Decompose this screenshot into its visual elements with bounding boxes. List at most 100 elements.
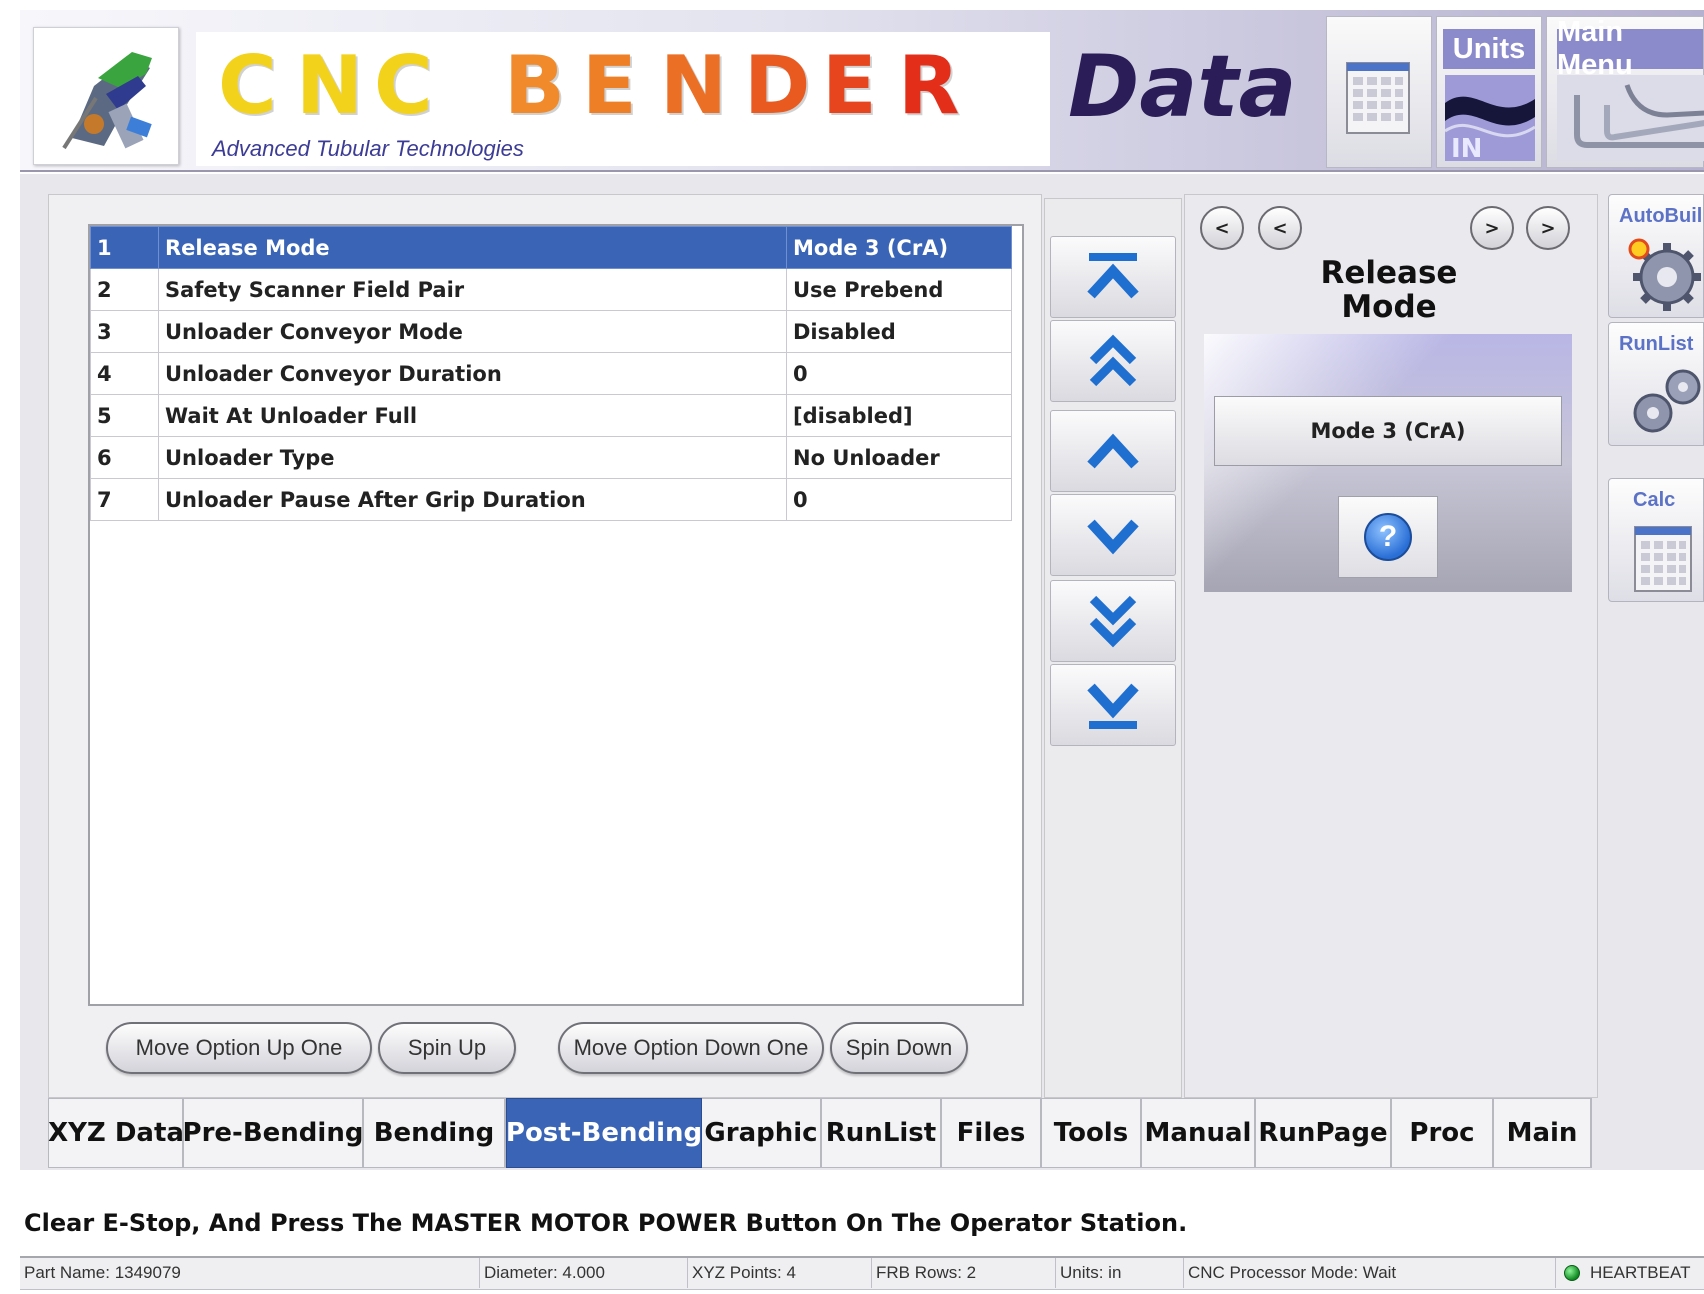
row-number: 3 [90, 310, 159, 353]
table-row[interactable]: 2 Safety Scanner Field Pair Use Prebend [90, 268, 1012, 311]
page-up-icon [1089, 334, 1137, 387]
move-option-up-button[interactable]: Move Option Up One [106, 1022, 372, 1074]
units-label: Units [1443, 29, 1535, 69]
tab-manual[interactable]: Manual [1142, 1098, 1256, 1168]
title-letter: E [822, 39, 877, 132]
calc-label: Calc [1633, 489, 1676, 511]
next-option-button[interactable]: > [1526, 206, 1570, 250]
main-menu-button[interactable]: Main Menu [1546, 16, 1704, 168]
option-name: Unloader Type [158, 436, 787, 479]
title-letter: D [744, 39, 811, 132]
page-title: Data [1068, 37, 1297, 137]
table-row[interactable]: 7 Unloader Pause After Grip Duration 0 [90, 478, 1012, 521]
calculator-button[interactable] [1326, 16, 1432, 168]
calc-side-button[interactable]: Calc [1608, 478, 1704, 602]
title-letter: C [218, 39, 277, 132]
last-row-button[interactable] [1050, 664, 1176, 746]
main-menu-label: Main Menu [1557, 16, 1703, 81]
move-up-button[interactable] [1050, 410, 1176, 492]
page-down-icon [1089, 595, 1137, 648]
up-icon [1087, 433, 1139, 469]
value-selector-button[interactable]: Mode 3 (CrA) [1214, 396, 1562, 466]
row-number: 6 [90, 436, 159, 479]
prev-value-button[interactable]: < [1258, 206, 1302, 250]
page-down-button[interactable] [1050, 580, 1176, 662]
property-panel [1184, 194, 1598, 1098]
option-name: Unloader Conveyor Mode [158, 310, 787, 353]
bent-tube-icon [1557, 75, 1704, 161]
table-row[interactable]: 5 Wait At Unloader Full [disabled] [90, 394, 1012, 437]
help-icon: ? [1364, 513, 1412, 561]
heartbeat-led-icon [1564, 1265, 1580, 1281]
tab-pre-bending[interactable]: Pre-Bending [183, 1098, 364, 1168]
option-name: Safety Scanner Field Pair [158, 268, 787, 311]
title-letter: B [504, 39, 565, 132]
property-title: Release Mode [1296, 256, 1482, 324]
app-subtitle: Advanced Tubular Technologies [212, 136, 524, 161]
tab-xyz-data[interactable]: XYZ Data [48, 1098, 184, 1168]
tab-runlist[interactable]: RunList [822, 1098, 942, 1168]
company-logo [33, 27, 179, 165]
option-name: Unloader Pause After Grip Duration [158, 478, 787, 521]
tab-main[interactable]: Main [1494, 1098, 1592, 1168]
option-value: 0 [786, 478, 1012, 521]
app-title-banner: C N C B E N D E R Advanced Tubular Techn… [196, 32, 1050, 166]
table-row[interactable]: 4 Unloader Conveyor Duration 0 [90, 352, 1012, 395]
status-heartbeat: HEARTBEAT [1556, 1258, 1704, 1288]
title-letter: R [898, 39, 960, 132]
option-name: Wait At Unloader Full [158, 394, 787, 437]
app-header: C N C B E N D E R Advanced Tubular Techn… [20, 10, 1704, 172]
first-icon [1087, 253, 1139, 299]
options-table: 1 Release Mode Mode 3 (CrA) 2 Safety Sca… [90, 226, 1012, 521]
tab-tools[interactable]: Tools [1042, 1098, 1142, 1168]
runlist-label: RunList [1619, 333, 1694, 355]
heartbeat-label: HEARTBEAT [1590, 1263, 1691, 1282]
runlist-side-button[interactable]: RunList [1608, 322, 1704, 446]
tab-runpage[interactable]: RunPage [1256, 1098, 1392, 1168]
option-value: Disabled [786, 310, 1012, 353]
spin-down-button[interactable]: Spin Down [830, 1022, 968, 1074]
help-button[interactable]: ? [1338, 496, 1438, 578]
table-row[interactable]: 3 Unloader Conveyor Mode Disabled [90, 310, 1012, 353]
option-value: 0 [786, 352, 1012, 395]
row-number: 5 [90, 394, 159, 437]
status-part-name: Part Name: 1349079 [20, 1258, 480, 1288]
next-value-button[interactable]: > [1470, 206, 1514, 250]
status-cnc-mode: CNC Processor Mode: Wait [1184, 1258, 1556, 1288]
status-xyz-points: XYZ Points: 4 [688, 1258, 872, 1288]
row-number: 2 [90, 268, 159, 311]
title-letter: E [582, 39, 637, 132]
title-letter: N [296, 39, 363, 132]
gears-icon [1633, 369, 1701, 433]
row-number: 4 [90, 352, 159, 395]
move-down-button[interactable] [1050, 494, 1176, 576]
autobuild-button[interactable]: AutoBuild [1608, 194, 1704, 318]
table-row[interactable]: 6 Unloader Type No Unloader [90, 436, 1012, 479]
options-grid[interactable]: 1 Release Mode Mode 3 (CrA) 2 Safety Sca… [88, 224, 1024, 1006]
option-value: No Unloader [786, 436, 1012, 479]
bender-machine-icon [62, 52, 152, 150]
table-row-selected[interactable]: 1 Release Mode Mode 3 (CrA) [90, 226, 1012, 269]
title-letter: N [660, 39, 727, 132]
status-frb-rows: FRB Rows: 2 [872, 1258, 1056, 1288]
down-icon [1087, 519, 1139, 555]
gear-icon [1628, 238, 1701, 311]
units-button[interactable]: Units IN [1436, 16, 1542, 168]
tab-proc[interactable]: Proc [1392, 1098, 1494, 1168]
tab-post-bending[interactable]: Post-Bending [506, 1098, 702, 1168]
first-row-button[interactable] [1050, 236, 1176, 318]
status-message: Clear E-Stop, And Press The MASTER MOTOR… [24, 1209, 1188, 1237]
option-name: Unloader Conveyor Duration [158, 352, 787, 395]
tab-graphic[interactable]: Graphic [702, 1098, 822, 1168]
option-value: [disabled] [786, 394, 1012, 437]
calculator-icon [1634, 526, 1692, 592]
move-option-down-button[interactable]: Move Option Down One [558, 1022, 824, 1074]
page-up-button[interactable] [1050, 320, 1176, 402]
prev-option-button[interactable]: < [1200, 206, 1244, 250]
spin-up-button[interactable]: Spin Up [378, 1022, 516, 1074]
status-units: Units: in [1056, 1258, 1184, 1288]
tab-files[interactable]: Files [942, 1098, 1042, 1168]
option-value: Use Prebend [786, 268, 1012, 311]
tab-bending[interactable]: Bending [364, 1098, 506, 1168]
last-icon [1087, 683, 1139, 729]
